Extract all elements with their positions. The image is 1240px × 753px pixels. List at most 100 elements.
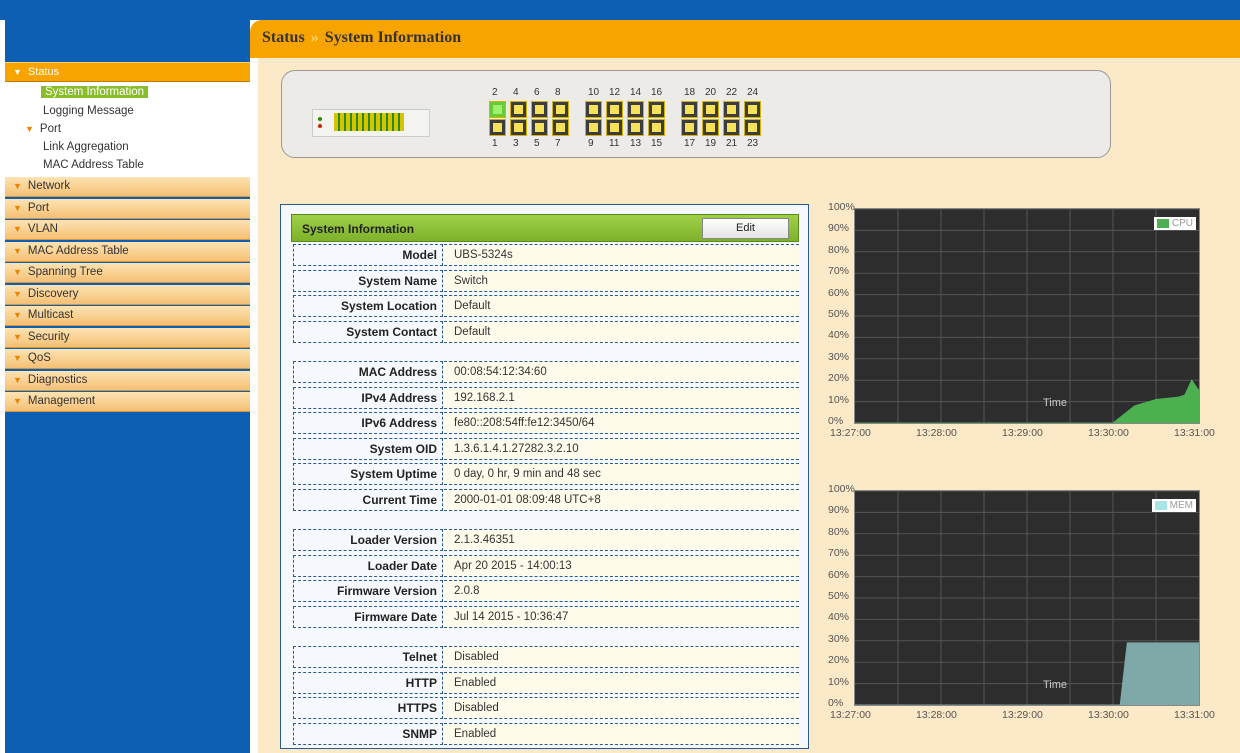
sidebar-item-label: QoS [27,352,51,364]
sidebar-item-security[interactable]: ▼ Security [5,328,250,348]
field-label: System Name [293,269,443,292]
port-8[interactable] [552,101,569,118]
field-label: SNMP [293,722,443,745]
port-15[interactable] [648,119,665,136]
chevron-down-icon: ▼ [13,332,22,342]
mem-legend: MEM [1151,499,1196,512]
page-title: System Information [324,29,462,46]
submenu-port[interactable]: ▼ Port [25,123,61,135]
port-number-label: 20 [705,87,717,98]
port-number-label: 14 [630,87,642,98]
port-20[interactable] [702,101,719,118]
port-4[interactable] [510,101,527,118]
y-tick-label: 60% [828,568,850,581]
sidebar-item-label: VLAN [27,223,58,235]
chevron-down-icon: ▼ [13,375,22,385]
sidebar-item-network[interactable]: ▼ Network [5,177,250,197]
field-label: System Contact [293,320,443,343]
field-label: MAC Address [293,361,443,383]
sidebar-item-status[interactable]: ▼ Status [5,62,250,82]
sidebar-item-label: Network [27,180,71,192]
sidebar-item-label: Spanning Tree [27,266,103,278]
port-18[interactable] [681,101,698,118]
sidebar-item-multicast[interactable]: ▼ Multicast [5,306,250,326]
sidebar-item-label: Multicast [27,309,74,321]
breadcrumb-section[interactable]: Status [262,29,305,46]
top-banner [0,0,1240,20]
port-number-label: 23 [747,138,759,149]
port-5[interactable] [531,119,548,136]
port-13[interactable] [627,119,644,136]
field-value: 0 day, 0 hr, 9 min and 48 sec [444,463,799,485]
y-tick-label: 50% [828,308,850,320]
port-23[interactable] [744,119,761,136]
sidebar-item-diagnostics[interactable]: ▼ Diagnostics [5,371,250,391]
sidebar-item-label: Discovery [27,288,79,300]
chevron-down-icon: ▼ [13,289,22,299]
port-10[interactable] [585,101,602,118]
submenu-link-aggregation[interactable]: Link Aggregation [43,141,129,153]
edit-button[interactable]: Edit [702,218,789,239]
port-24[interactable] [744,101,761,118]
x-tick-label: 13:31:00 [1174,709,1215,721]
field-label: Loader Version [293,529,443,551]
sidebar-item-qos[interactable]: ▼ QoS [5,349,250,369]
y-tick-label: 100% [828,201,855,213]
chevron-down-icon: ▼ [13,67,22,77]
chevron-down-icon: ▼ [13,203,22,213]
legend-label: MEM [1169,500,1193,511]
port-3[interactable] [510,119,527,136]
field-label: Model [293,244,443,266]
x-tick-label: 13:27:00 [830,709,871,721]
port-14[interactable] [627,101,644,118]
port-11[interactable] [606,119,623,136]
port-number-label: 17 [684,138,696,149]
sidebar-item-port[interactable]: ▼ Port [5,199,250,219]
sidebar-item-management[interactable]: ▼ Management [5,392,250,412]
port-number-label: 15 [651,138,663,149]
field-value: 00:08:54:12:34:60 [444,361,799,383]
port-21[interactable] [723,119,740,136]
port-9[interactable] [585,119,602,136]
sidebar-item-vlan[interactable]: ▼ VLAN [5,220,250,240]
y-tick-label: 70% [828,265,850,278]
legend-label: CPU [1171,218,1193,229]
port-number-label: 5 [534,138,540,149]
y-tick-label: 40% [828,329,850,342]
port-16[interactable] [648,101,665,118]
submenu-logging-message[interactable]: Logging Message [43,105,134,117]
field-value: Jul 14 2015 - 10:36:47 [444,605,799,628]
sidebar-item-discovery[interactable]: ▼ Discovery [5,285,250,305]
port-2[interactable] [489,101,506,118]
field-value: 2.1.3.46351 [444,529,799,551]
field-label: System Uptime [293,463,443,485]
page-header: Status » System Information [250,20,1240,58]
x-tick-label: 13:30:00 [1088,709,1129,721]
port-22[interactable] [723,101,740,118]
field-value: Disabled [444,697,799,719]
port-number-label: 1 [492,138,498,149]
submenu-system-information[interactable]: System Information [41,86,149,98]
port-number-label: 4 [513,87,519,98]
port-7[interactable] [552,119,569,136]
submenu-mac-address-table[interactable]: MAC Address Table [43,159,144,171]
y-tick-label: 80% [828,525,850,538]
y-tick-label: 20% [828,654,850,667]
port-12[interactable] [606,101,623,118]
port-19[interactable] [702,119,719,136]
field-label: Firmware Version [293,580,443,602]
y-tick-label: 30% [828,350,850,363]
sidebar-item-spanning-tree[interactable]: ▼ Spanning Tree [5,263,250,283]
switch-overview-icon [312,109,430,137]
x-tick-label: 13:30:00 [1088,427,1129,439]
port-17[interactable] [681,119,698,136]
field-label: IPv4 Address [293,386,443,409]
chevron-down-icon: ▼ [13,246,22,256]
port-6[interactable] [531,101,548,118]
chevron-down-icon: ▼ [13,353,22,363]
port-number-label: 19 [705,138,717,149]
y-tick-label: 60% [828,286,850,299]
port-1[interactable] [489,119,506,136]
sidebar-item-mac-address-table[interactable]: ▼ MAC Address Table [5,242,250,262]
port-number-label: 2 [492,87,498,98]
